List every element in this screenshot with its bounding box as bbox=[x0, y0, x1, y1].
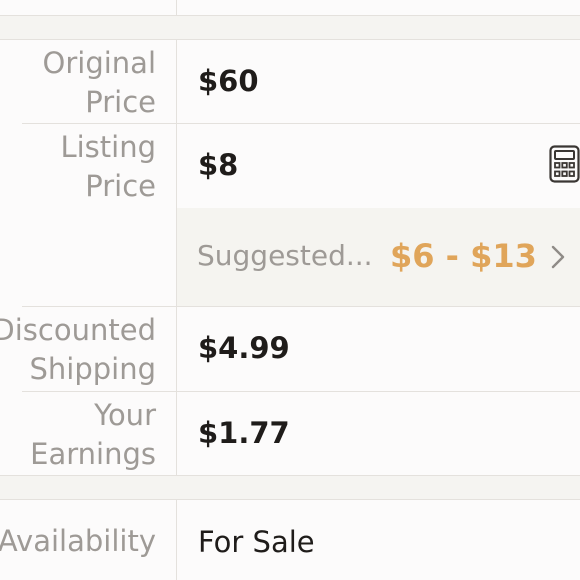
section-separator-bottom bbox=[0, 476, 580, 499]
label-line: Shipping bbox=[29, 352, 156, 386]
availability-value[interactable]: For Sale bbox=[198, 524, 315, 560]
your-earnings-label: Your Earnings bbox=[30, 396, 156, 474]
listing-pricing-panel: Original Price $60 Listing Price $8 Sugg… bbox=[0, 0, 580, 580]
label-line: Original bbox=[42, 46, 156, 80]
suggested-price-row[interactable]: Suggested... $6 - $13 bbox=[177, 208, 580, 306]
discounted-shipping-value[interactable]: $4.99 bbox=[198, 330, 290, 366]
suggested-label: Suggested... bbox=[197, 239, 373, 272]
divider bbox=[22, 123, 580, 124]
calculator-icon[interactable] bbox=[549, 145, 580, 183]
chevron-right-icon bbox=[547, 243, 569, 271]
listing-price-value[interactable]: $8 bbox=[198, 147, 238, 183]
section-separator-top bbox=[0, 16, 580, 39]
chevron-right-icon-graphic bbox=[551, 245, 565, 269]
discounted-shipping-label: Discounted Shipping bbox=[0, 311, 156, 389]
column-divider bbox=[176, 0, 177, 16]
label-line: Price bbox=[85, 169, 156, 203]
label-line: Your bbox=[94, 398, 156, 432]
column-divider bbox=[176, 499, 177, 580]
divider bbox=[0, 39, 580, 40]
divider bbox=[0, 499, 580, 500]
divider bbox=[22, 391, 580, 392]
original-price-label: Original Price bbox=[43, 44, 156, 122]
divider bbox=[22, 306, 580, 307]
label-line: Earnings bbox=[30, 437, 156, 471]
availability-label: Availability bbox=[0, 524, 156, 558]
label-line: Price bbox=[85, 85, 156, 119]
your-earnings-value: $1.77 bbox=[198, 416, 290, 450]
divider bbox=[0, 15, 580, 16]
suggested-price-range: $6 - $13 bbox=[390, 237, 537, 275]
calculator-icon-graphic bbox=[549, 145, 580, 183]
original-price-value[interactable]: $60 bbox=[198, 63, 259, 99]
label-line: Discounted bbox=[0, 313, 156, 347]
label-line: Listing bbox=[60, 130, 156, 164]
listing-price-label: Listing Price bbox=[60, 128, 156, 206]
